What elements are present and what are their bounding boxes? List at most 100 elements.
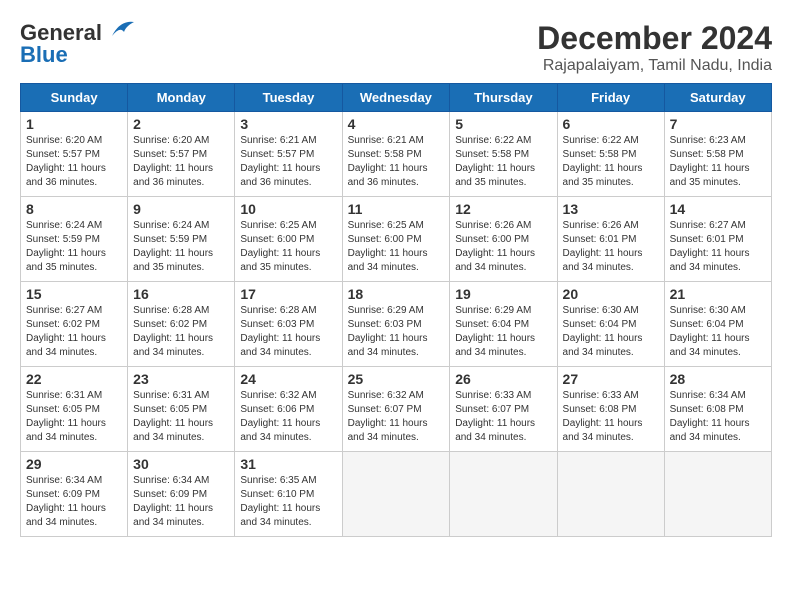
calendar-subtitle: Rajapalaiyam, Tamil Nadu, India bbox=[537, 57, 772, 75]
day-number: 27 bbox=[563, 371, 659, 387]
weekday-header-row: SundayMondayTuesdayWednesdayThursdayFrid… bbox=[21, 84, 772, 112]
day-number: 1 bbox=[26, 116, 122, 132]
weekday-header: Tuesday bbox=[235, 84, 342, 112]
calendar-week-row: 8Sunrise: 6:24 AM Sunset: 5:59 PM Daylig… bbox=[21, 197, 772, 282]
day-number: 13 bbox=[563, 201, 659, 217]
page-header: General Blue December 2024 Rajapalaiyam,… bbox=[20, 20, 772, 75]
day-number: 15 bbox=[26, 286, 122, 302]
day-info: Sunrise: 6:28 AM Sunset: 6:02 PM Dayligh… bbox=[133, 304, 229, 360]
day-info: Sunrise: 6:23 AM Sunset: 5:58 PM Dayligh… bbox=[670, 134, 766, 190]
day-number: 14 bbox=[670, 201, 766, 217]
day-info: Sunrise: 6:24 AM Sunset: 5:59 PM Dayligh… bbox=[133, 219, 229, 275]
day-info: Sunrise: 6:21 AM Sunset: 5:57 PM Dayligh… bbox=[240, 134, 336, 190]
day-number: 16 bbox=[133, 286, 229, 302]
day-number: 30 bbox=[133, 456, 229, 472]
day-number: 9 bbox=[133, 201, 229, 217]
calendar-day-cell: 26 Sunrise: 6:33 AM Sunset: 6:07 PM Dayli… bbox=[450, 367, 557, 452]
calendar-day-cell: 3 Sunrise: 6:21 AM Sunset: 5:57 PM Daylig… bbox=[235, 112, 342, 197]
weekday-header: Sunday bbox=[21, 84, 128, 112]
day-number: 29 bbox=[26, 456, 122, 472]
calendar-day-cell bbox=[342, 452, 450, 537]
calendar-day-cell: 21 Sunrise: 6:30 AM Sunset: 6:04 PM Dayli… bbox=[664, 282, 771, 367]
calendar-title: December 2024 bbox=[537, 20, 772, 57]
day-info: Sunrise: 6:33 AM Sunset: 6:07 PM Dayligh… bbox=[455, 389, 551, 445]
day-info: Sunrise: 6:25 AM Sunset: 6:00 PM Dayligh… bbox=[348, 219, 445, 275]
day-info: Sunrise: 6:35 AM Sunset: 6:10 PM Dayligh… bbox=[240, 474, 336, 530]
calendar-day-cell: 17 Sunrise: 6:28 AM Sunset: 6:03 PM Dayli… bbox=[235, 282, 342, 367]
day-info: Sunrise: 6:27 AM Sunset: 6:02 PM Dayligh… bbox=[26, 304, 122, 360]
calendar-day-cell: 12 Sunrise: 6:26 AM Sunset: 6:00 PM Dayli… bbox=[450, 197, 557, 282]
calendar-day-cell: 5 Sunrise: 6:22 AM Sunset: 5:58 PM Daylig… bbox=[450, 112, 557, 197]
day-info: Sunrise: 6:30 AM Sunset: 6:04 PM Dayligh… bbox=[670, 304, 766, 360]
calendar-week-row: 15 Sunrise: 6:27 AM Sunset: 6:02 PM Dayli… bbox=[21, 282, 772, 367]
day-number: 24 bbox=[240, 371, 336, 387]
calendar-day-cell: 20 Sunrise: 6:30 AM Sunset: 6:04 PM Dayli… bbox=[557, 282, 664, 367]
calendar-day-cell: 31 Sunrise: 6:35 AM Sunset: 6:10 PM Dayli… bbox=[235, 452, 342, 537]
day-number: 28 bbox=[670, 371, 766, 387]
calendar-day-cell: 23Sunrise: 6:31 AM Sunset: 6:05 PM Dayli… bbox=[128, 367, 235, 452]
calendar-table: SundayMondayTuesdayWednesdayThursdayFrid… bbox=[20, 83, 772, 537]
calendar-day-cell: 13 Sunrise: 6:26 AM Sunset: 6:01 PM Dayli… bbox=[557, 197, 664, 282]
calendar-day-cell: 1Sunrise: 6:20 AM Sunset: 5:57 PM Daylig… bbox=[21, 112, 128, 197]
day-info: Sunrise: 6:26 AM Sunset: 6:00 PM Dayligh… bbox=[455, 219, 551, 275]
calendar-day-cell bbox=[557, 452, 664, 537]
day-number: 6 bbox=[563, 116, 659, 132]
day-number: 31 bbox=[240, 456, 336, 472]
calendar-week-row: 29 Sunrise: 6:34 AM Sunset: 6:09 PM Dayli… bbox=[21, 452, 772, 537]
day-info: Sunrise: 6:20 AM Sunset: 5:57 PM Dayligh… bbox=[133, 134, 229, 190]
calendar-day-cell: 22 Sunrise: 6:31 AM Sunset: 6:05 PM Dayli… bbox=[21, 367, 128, 452]
logo-bird-icon bbox=[104, 18, 136, 40]
day-info: Sunrise: 6:32 AM Sunset: 6:07 PM Dayligh… bbox=[348, 389, 445, 445]
day-number: 26 bbox=[455, 371, 551, 387]
day-info: Sunrise: 6:29 AM Sunset: 6:04 PM Dayligh… bbox=[455, 304, 551, 360]
logo: General Blue bbox=[20, 20, 136, 68]
day-info: Sunrise: 6:34 AM Sunset: 6:08 PM Dayligh… bbox=[670, 389, 766, 445]
calendar-day-cell: 27 Sunrise: 6:33 AM Sunset: 6:08 PM Dayli… bbox=[557, 367, 664, 452]
day-info: Sunrise: 6:27 AM Sunset: 6:01 PM Dayligh… bbox=[670, 219, 766, 275]
calendar-day-cell: 19Sunrise: 6:29 AM Sunset: 6:04 PM Dayli… bbox=[450, 282, 557, 367]
day-number: 3 bbox=[240, 116, 336, 132]
calendar-day-cell: 2 Sunrise: 6:20 AM Sunset: 5:57 PM Daylig… bbox=[128, 112, 235, 197]
calendar-day-cell: 11Sunrise: 6:25 AM Sunset: 6:00 PM Dayli… bbox=[342, 197, 450, 282]
day-info: Sunrise: 6:30 AM Sunset: 6:04 PM Dayligh… bbox=[563, 304, 659, 360]
day-number: 10 bbox=[240, 201, 336, 217]
calendar-day-cell: 4Sunrise: 6:21 AM Sunset: 5:58 PM Daylig… bbox=[342, 112, 450, 197]
day-info: Sunrise: 6:26 AM Sunset: 6:01 PM Dayligh… bbox=[563, 219, 659, 275]
calendar-day-cell: 9 Sunrise: 6:24 AM Sunset: 5:59 PM Daylig… bbox=[128, 197, 235, 282]
title-block: December 2024 Rajapalaiyam, Tamil Nadu, … bbox=[537, 20, 772, 75]
weekday-header: Saturday bbox=[664, 84, 771, 112]
day-number: 2 bbox=[133, 116, 229, 132]
day-number: 4 bbox=[348, 116, 445, 132]
day-number: 23 bbox=[133, 371, 229, 387]
day-info: Sunrise: 6:34 AM Sunset: 6:09 PM Dayligh… bbox=[133, 474, 229, 530]
day-info: Sunrise: 6:25 AM Sunset: 6:00 PM Dayligh… bbox=[240, 219, 336, 275]
weekday-header: Wednesday bbox=[342, 84, 450, 112]
day-info: Sunrise: 6:28 AM Sunset: 6:03 PM Dayligh… bbox=[240, 304, 336, 360]
day-number: 18 bbox=[348, 286, 445, 302]
calendar-day-cell: 24 Sunrise: 6:32 AM Sunset: 6:06 PM Dayli… bbox=[235, 367, 342, 452]
day-number: 20 bbox=[563, 286, 659, 302]
calendar-day-cell: 30 Sunrise: 6:34 AM Sunset: 6:09 PM Dayli… bbox=[128, 452, 235, 537]
calendar-day-cell: 18 Sunrise: 6:29 AM Sunset: 6:03 PM Dayli… bbox=[342, 282, 450, 367]
day-number: 17 bbox=[240, 286, 336, 302]
calendar-day-cell: 28 Sunrise: 6:34 AM Sunset: 6:08 PM Dayli… bbox=[664, 367, 771, 452]
calendar-header: SundayMondayTuesdayWednesdayThursdayFrid… bbox=[21, 84, 772, 112]
calendar-day-cell: 29Sunrise: 6:34 AM Sunset: 6:09 PM Dayli… bbox=[21, 452, 128, 537]
day-number: 21 bbox=[670, 286, 766, 302]
day-info: Sunrise: 6:31 AM Sunset: 6:05 PM Dayligh… bbox=[26, 389, 122, 445]
calendar-day-cell: 6 Sunrise: 6:22 AM Sunset: 5:58 PM Daylig… bbox=[557, 112, 664, 197]
day-number: 25 bbox=[348, 371, 445, 387]
day-number: 12 bbox=[455, 201, 551, 217]
day-info: Sunrise: 6:33 AM Sunset: 6:08 PM Dayligh… bbox=[563, 389, 659, 445]
day-info: Sunrise: 6:22 AM Sunset: 5:58 PM Dayligh… bbox=[563, 134, 659, 190]
day-info: Sunrise: 6:32 AM Sunset: 6:06 PM Dayligh… bbox=[240, 389, 336, 445]
calendar-day-cell: 10 Sunrise: 6:25 AM Sunset: 6:00 PM Dayli… bbox=[235, 197, 342, 282]
calendar-week-row: 22 Sunrise: 6:31 AM Sunset: 6:05 PM Dayli… bbox=[21, 367, 772, 452]
weekday-header: Friday bbox=[557, 84, 664, 112]
day-number: 22 bbox=[26, 371, 122, 387]
weekday-header: Thursday bbox=[450, 84, 557, 112]
day-info: Sunrise: 6:29 AM Sunset: 6:03 PM Dayligh… bbox=[348, 304, 445, 360]
calendar-day-cell: 15 Sunrise: 6:27 AM Sunset: 6:02 PM Dayli… bbox=[21, 282, 128, 367]
day-number: 5 bbox=[455, 116, 551, 132]
day-info: Sunrise: 6:22 AM Sunset: 5:58 PM Dayligh… bbox=[455, 134, 551, 190]
